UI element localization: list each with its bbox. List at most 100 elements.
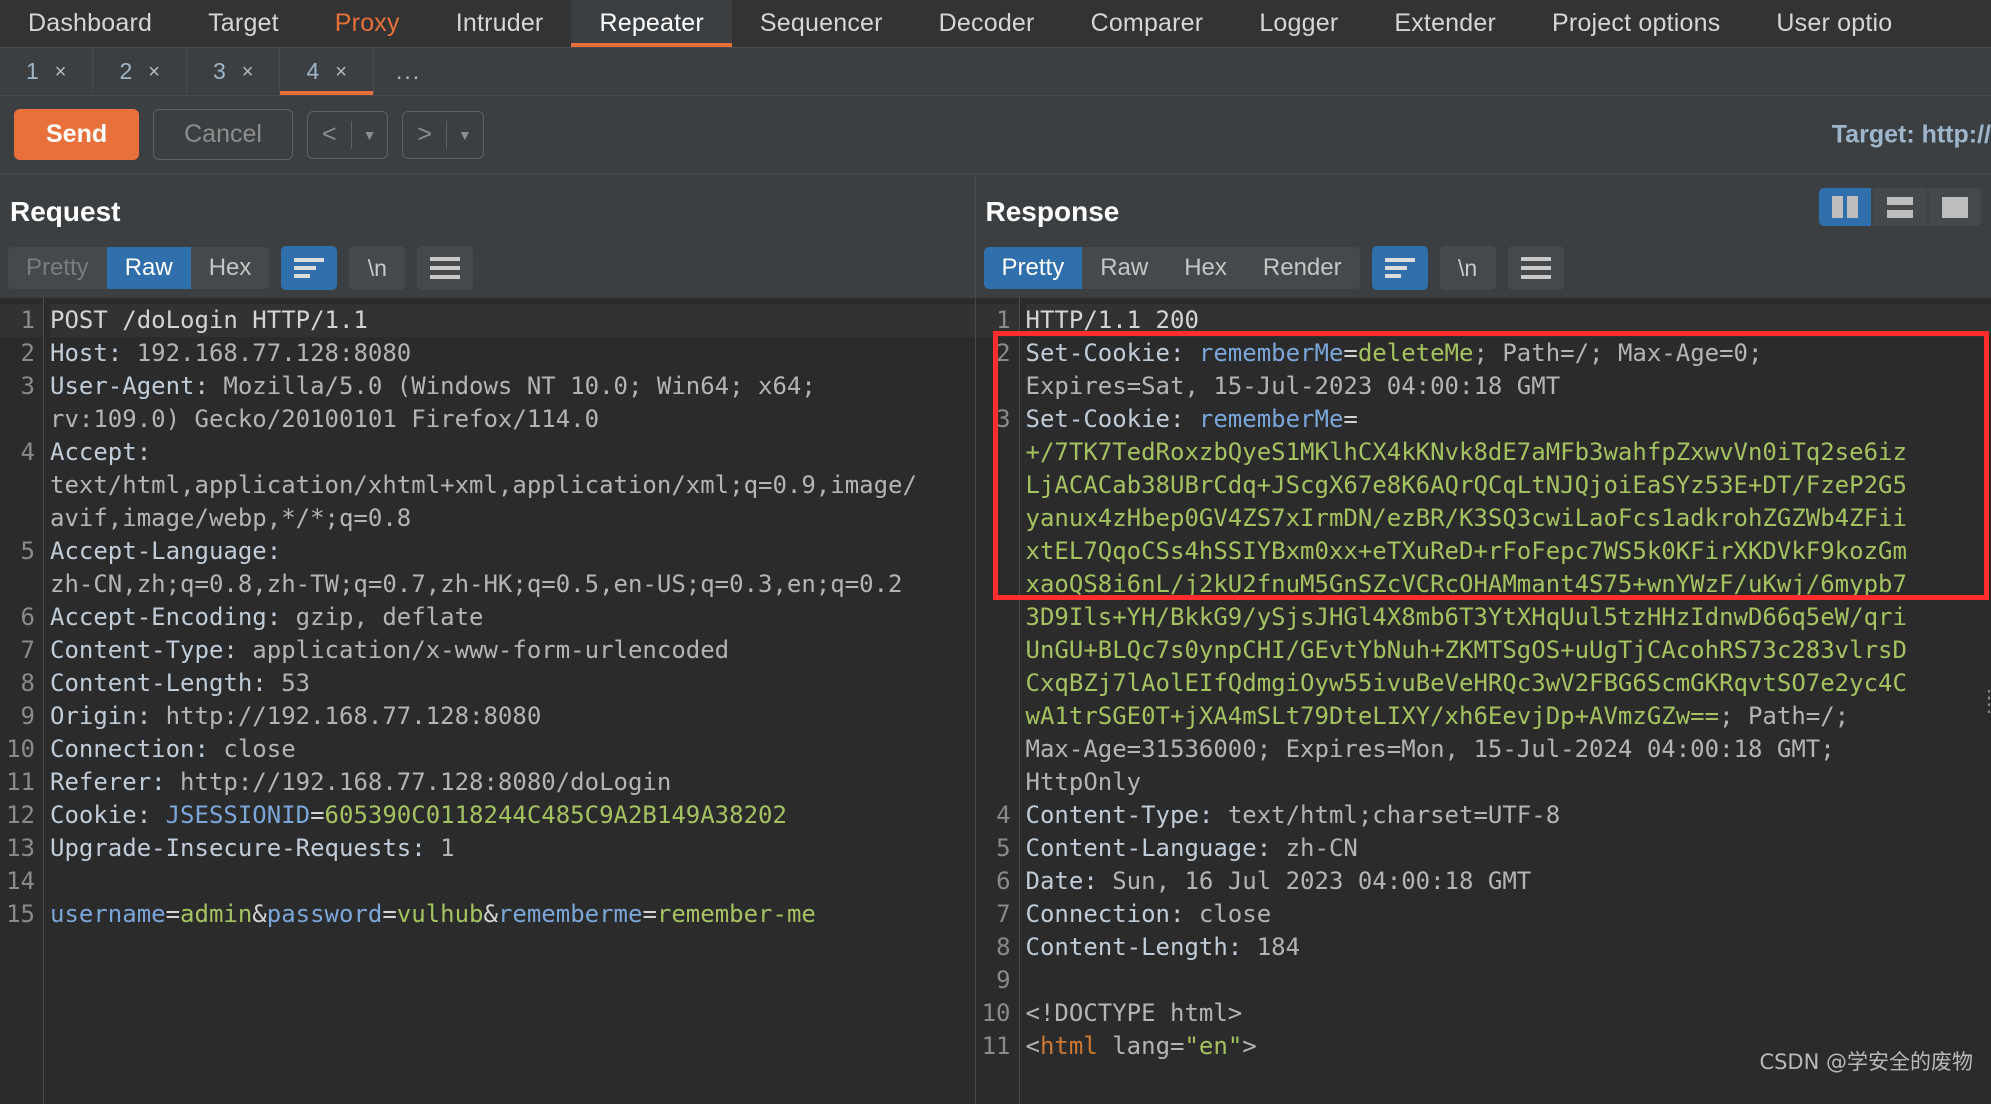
main-tab-project-options[interactable]: Project options bbox=[1524, 0, 1748, 47]
send-button[interactable]: Send bbox=[14, 109, 140, 160]
request-code-line[interactable]: Upgrade-Insecure-Requests: 1 bbox=[50, 832, 975, 865]
response-code-line[interactable]: Expires=Sat, 15-Jul-2023 04:00:18 GMT bbox=[1026, 370, 1991, 403]
request-code-line[interactable]: text/html,application/xhtml+xml,applicat… bbox=[50, 469, 975, 502]
request-code-line[interactable]: zh-CN,zh;q=0.8,zh-TW;q=0.7,zh-HK;q=0.5,e… bbox=[50, 568, 975, 601]
request-code-line[interactable]: Referer: http://192.168.77.128:8080/doLo… bbox=[50, 766, 975, 799]
request-code-line[interactable]: Connection: close bbox=[50, 733, 975, 766]
response-pane-resize-handle[interactable]: ⋮ ⋮ bbox=[1979, 687, 1991, 714]
response-code-token: Max-Age=31536000; Expires=Mon, 15-Jul-20… bbox=[1025, 735, 1835, 763]
response-wrap-lines-icon[interactable] bbox=[1371, 246, 1428, 290]
response-code-line[interactable]: CxqBZj7lAolEIfQdmgiOyw55ivuBeVeHRQc3wV2F… bbox=[1026, 667, 1991, 700]
close-icon[interactable]: × bbox=[55, 62, 67, 82]
response-code-line[interactable]: Content-Language: zh-CN bbox=[1026, 832, 1991, 865]
request-code-line[interactable]: username=admin&password=vulhub&rememberm… bbox=[50, 898, 975, 931]
repeater-tab-2[interactable]: 2 × bbox=[93, 48, 187, 95]
forward-dropdown-caret-icon[interactable]: ▼ bbox=[447, 112, 483, 158]
response-code[interactable]: HTTP/1.1 200 Set-Cookie: rememberMe=delet… bbox=[1020, 298, 1991, 1104]
response-code-line[interactable] bbox=[1026, 964, 1991, 997]
request-code-line[interactable] bbox=[50, 865, 975, 898]
request-code-line[interactable]: POST /doLogin HTTP/1.1 bbox=[50, 304, 975, 337]
request-code-line[interactable]: Cookie: JSESSIONID=605390C0118244C485C9A… bbox=[50, 799, 975, 832]
response-tab-pretty[interactable]: Pretty bbox=[983, 247, 1083, 289]
request-editor[interactable]: 1 2 3 4 5 6 7 8 9 10 11 12 13 14 15 POST /doLogin HTTP… bbox=[0, 298, 975, 1104]
response-code-line[interactable]: xtEL7QqoCSs4hSSIYBxm0xx+eTXuReD+rFoFepc7… bbox=[1026, 535, 1991, 568]
side-by-side-view-icon[interactable] bbox=[1819, 188, 1871, 226]
request-code-line[interactable]: Accept: bbox=[50, 436, 975, 469]
response-code-line[interactable]: Set-Cookie: rememberMe= bbox=[1026, 403, 1991, 436]
request-wrap-lines-icon[interactable] bbox=[281, 246, 338, 290]
response-newline-toggle[interactable]: \n bbox=[1439, 246, 1496, 290]
response-code-line[interactable]: LjACACab38UBrCdq+JScgX67e8K6AQrQCqLtNJQj… bbox=[1026, 469, 1991, 502]
request-menu-hamburger-icon[interactable] bbox=[417, 246, 474, 290]
repeater-tab-1[interactable]: 1 × bbox=[0, 48, 94, 95]
main-tab-user-optio[interactable]: User optio bbox=[1748, 0, 1920, 47]
response-code-line[interactable]: <!DOCTYPE html> bbox=[1026, 997, 1991, 1030]
main-tab-extender[interactable]: Extender bbox=[1366, 0, 1524, 47]
request-code-line[interactable]: avif,image/webp,*/*;q=0.8 bbox=[50, 502, 975, 535]
single-view-icon[interactable] bbox=[1929, 188, 1981, 226]
response-code-token: Sun, 16 Jul 2023 04:00:18 GMT bbox=[1112, 867, 1532, 895]
back-icon[interactable]: < bbox=[308, 112, 351, 158]
main-tab-intruder[interactable]: Intruder bbox=[428, 0, 572, 47]
repeater-tab-label: 1 bbox=[26, 58, 39, 84]
request-code-line[interactable]: Origin: http://192.168.77.128:8080 bbox=[50, 700, 975, 733]
request-code-line[interactable]: User-Agent: Mozilla/5.0 (Windows NT 10.0… bbox=[50, 370, 975, 403]
response-code-line[interactable]: +/7TK7TedRoxzbQyeS1MKlhCX4kKNvk8dE7aMFb3… bbox=[1026, 436, 1991, 469]
stacked-view-icon[interactable] bbox=[1874, 188, 1926, 226]
main-tab-target[interactable]: Target bbox=[180, 0, 307, 47]
main-tab-dashboard[interactable]: Dashboard bbox=[0, 0, 180, 47]
close-icon[interactable]: × bbox=[242, 62, 254, 82]
response-code-line[interactable]: Max-Age=31536000; Expires=Mon, 15-Jul-20… bbox=[1026, 733, 1991, 766]
forward-icon[interactable]: > bbox=[403, 112, 446, 158]
repeater-tab-label: 4 bbox=[306, 58, 320, 84]
request-code-line[interactable]: Accept-Language: bbox=[50, 535, 975, 568]
repeater-tab-overflow-menu[interactable]: ... bbox=[374, 48, 443, 95]
response-code-line[interactable]: Date: Sun, 16 Jul 2023 04:00:18 GMT bbox=[1026, 865, 1991, 898]
close-icon[interactable]: × bbox=[148, 62, 160, 82]
repeater-tab-4[interactable]: 4 × bbox=[280, 48, 374, 95]
request-code-line[interactable]: Content-Type: application/x-www-form-url… bbox=[50, 634, 975, 667]
main-tab-comparer[interactable]: Comparer bbox=[1063, 0, 1232, 47]
request-newline-toggle[interactable]: \n bbox=[349, 246, 406, 290]
response-tab-hex[interactable]: Hex bbox=[1166, 247, 1245, 289]
back-button-group[interactable]: < ▼ bbox=[306, 110, 389, 159]
request-line-number: 14 bbox=[6, 867, 35, 895]
response-code-line[interactable]: wA1trSGE0T+jXA4mSLt79DteLIXY/xh6EevjDp+A… bbox=[1026, 700, 1991, 733]
response-editor[interactable]: 1 2 3 4 5 6 7 8 9 10 11 HTTP/1.1 200 Set-Cookie: re… bbox=[975, 298, 1991, 1104]
response-menu-hamburger-icon[interactable] bbox=[1507, 246, 1564, 290]
response-code-token: rememberMe bbox=[1198, 339, 1344, 367]
response-code-line[interactable]: Connection: close bbox=[1026, 898, 1991, 931]
cancel-button[interactable]: Cancel bbox=[153, 109, 293, 160]
request-code-line[interactable]: rv:109.0) Gecko/20100101 Firefox/114.0 bbox=[50, 403, 975, 436]
main-tab-proxy[interactable]: Proxy bbox=[307, 0, 428, 47]
main-tab-sequencer[interactable]: Sequencer bbox=[732, 0, 911, 47]
main-tab-decoder[interactable]: Decoder bbox=[911, 0, 1063, 47]
response-code-token: "en" bbox=[1184, 1032, 1243, 1060]
request-code-token: vulhub bbox=[396, 900, 484, 928]
back-dropdown-caret-icon[interactable]: ▼ bbox=[352, 112, 388, 158]
close-icon[interactable]: × bbox=[335, 62, 347, 82]
response-code-line[interactable]: yanux4zHbep0GV4ZS7xIrmDN/ezBR/K3SQ3cwiLa… bbox=[1026, 502, 1991, 535]
response-tab-render[interactable]: Render bbox=[1245, 247, 1360, 289]
response-code-line[interactable]: HTTP/1.1 200 bbox=[1025, 304, 1991, 337]
response-code-line[interactable]: HttpOnly bbox=[1026, 766, 1991, 799]
response-code-line[interactable]: Set-Cookie: rememberMe=deleteMe; Path=/;… bbox=[1026, 337, 1991, 370]
request-tab-raw[interactable]: Raw bbox=[106, 247, 191, 289]
response-tab-raw[interactable]: Raw bbox=[1082, 247, 1166, 289]
request-code-line[interactable]: Accept-Encoding: gzip, deflate bbox=[50, 601, 975, 634]
request-code-line[interactable]: Host: 192.168.77.128:8080 bbox=[50, 337, 975, 370]
response-code-line[interactable]: UnGU+BLQc7s0ynpCHI/GEvtYbNuh+ZKMTSgOS+uU… bbox=[1026, 634, 1991, 667]
response-code-line[interactable]: Content-Type: text/html;charset=UTF-8 bbox=[1026, 799, 1991, 832]
response-code-line[interactable]: 3D9Ils+YH/BkkG9/ySjsJHGl4X8mb6T3YtXHqUul… bbox=[1026, 601, 1991, 634]
repeater-tab-3[interactable]: 3 × bbox=[187, 48, 281, 95]
request-tab-hex[interactable]: Hex bbox=[191, 247, 270, 289]
request-code[interactable]: POST /doLogin HTTP/1.1 Host: 192.168.77.1… bbox=[44, 298, 975, 1104]
request-code-line[interactable]: Content-Length: 53 bbox=[50, 667, 975, 700]
response-code-line[interactable]: Content-Length: 184 bbox=[1026, 931, 1991, 964]
forward-button-group[interactable]: > ▼ bbox=[402, 110, 484, 159]
request-tab-pretty[interactable]: Pretty bbox=[8, 247, 107, 289]
main-tab-logger[interactable]: Logger bbox=[1231, 0, 1366, 47]
request-pane-resize-handle[interactable]: ⋮⋮ bbox=[967, 687, 975, 714]
main-tab-repeater[interactable]: Repeater bbox=[571, 0, 733, 47]
response-code-line[interactable]: xaoQS8i6nL/j2kU2fnuM5GnSZcVCRcOHAMmant4S… bbox=[1026, 568, 1991, 601]
